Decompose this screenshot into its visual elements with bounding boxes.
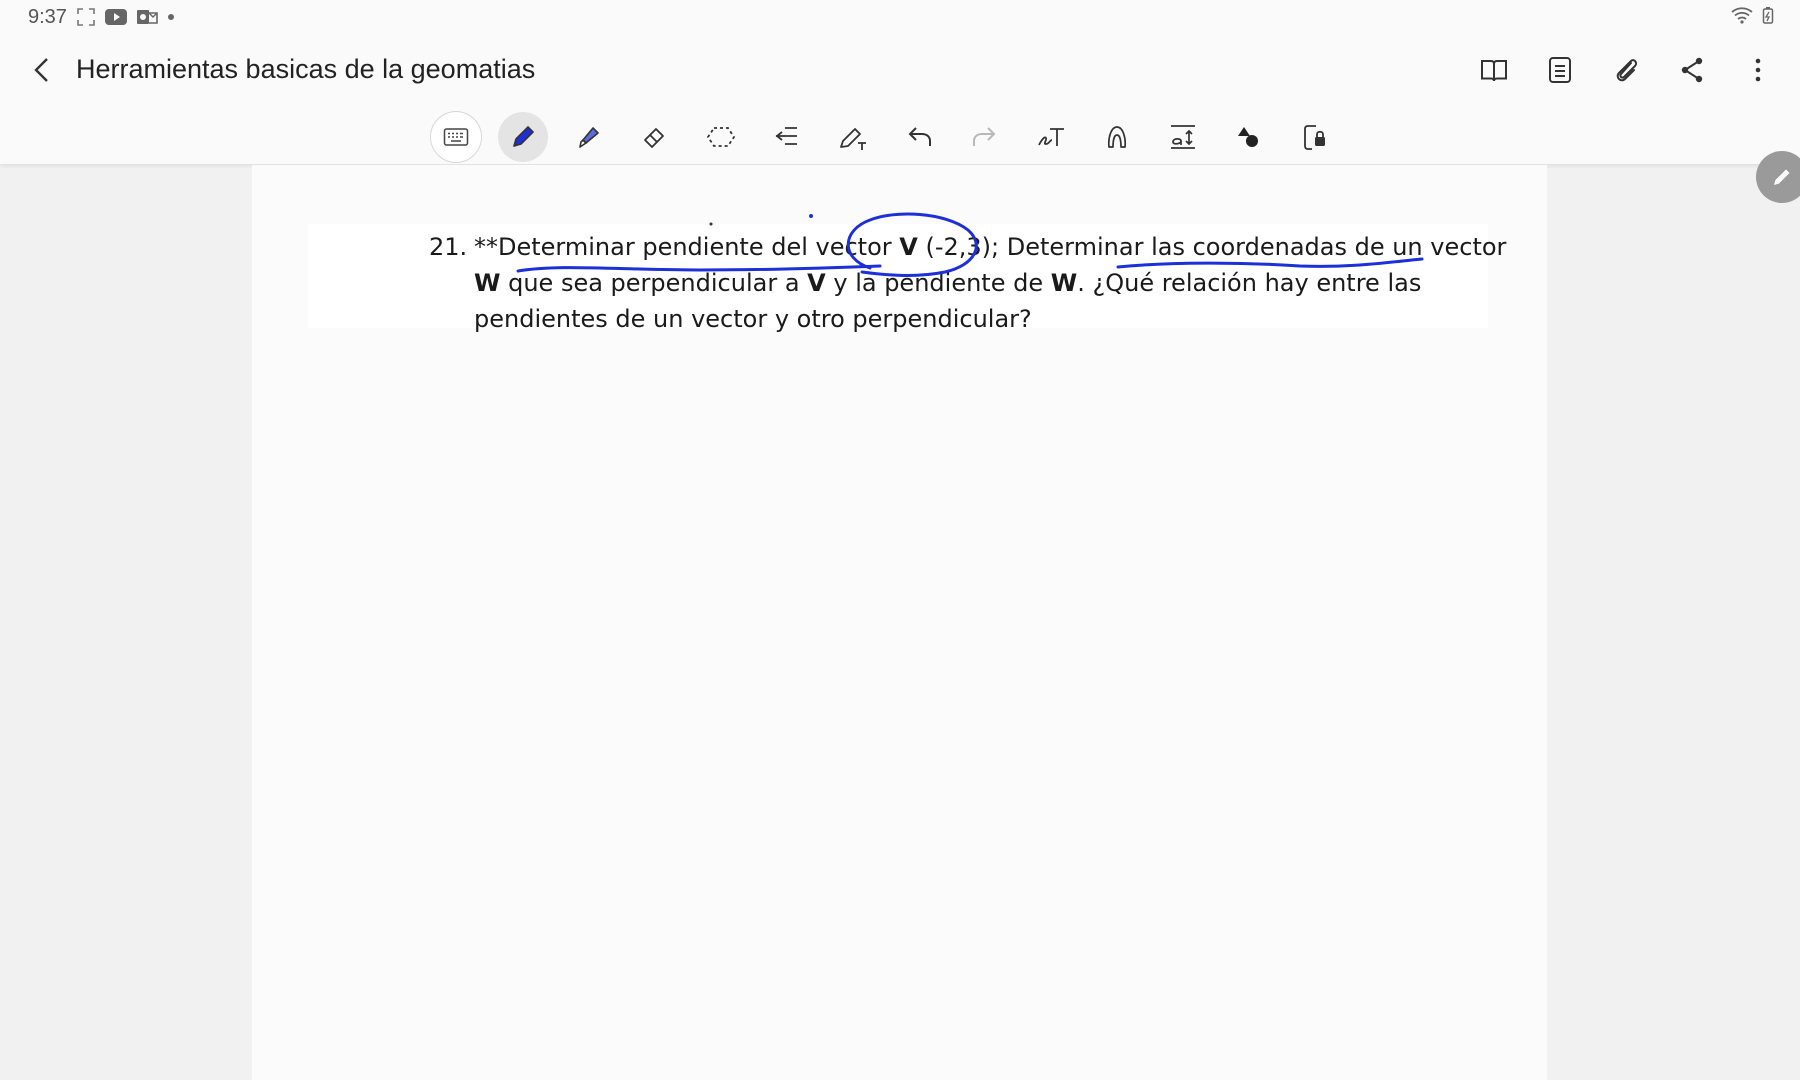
chevron-left-icon xyxy=(34,58,48,82)
more-vertical-icon xyxy=(1755,58,1761,82)
text-align-button[interactable] xyxy=(762,112,812,162)
status-time: 9:37 xyxy=(28,6,67,28)
text-size-button[interactable] xyxy=(1158,112,1208,162)
back-button[interactable] xyxy=(24,52,60,88)
document-lines-icon xyxy=(1549,57,1571,83)
insert-shapes-button[interactable] xyxy=(1224,112,1274,162)
redo-icon xyxy=(973,127,996,146)
attach-button[interactable] xyxy=(1602,48,1650,92)
note-page[interactable] xyxy=(252,165,1547,1080)
redo-button[interactable] xyxy=(960,112,1010,162)
page-lock-button[interactable] xyxy=(1290,112,1340,162)
question-line-2-text-b: y la pendiente de xyxy=(825,269,1051,297)
question-line-1-prefix: **Determinar pendiente del vector xyxy=(474,233,900,261)
shape-icon xyxy=(1107,126,1127,148)
tool-list xyxy=(430,111,1340,163)
wifi-icon xyxy=(1731,7,1753,24)
vector-v-label: V xyxy=(899,233,918,261)
pen-to-text-button[interactable] xyxy=(828,112,878,162)
app-bar: Herramientas basicas de la geomatias xyxy=(0,34,1800,108)
question-line-2-text-c: . ¿Qué relación hay entre las xyxy=(1077,269,1422,297)
page-lock-icon xyxy=(1304,125,1325,150)
floating-edit-button[interactable] xyxy=(1756,151,1800,203)
pencil-icon xyxy=(1774,169,1790,185)
share-icon xyxy=(1681,57,1703,83)
text-align-icon xyxy=(775,127,797,145)
book-icon xyxy=(1481,60,1507,82)
screenshot-icon xyxy=(77,8,95,26)
page-view-button[interactable] xyxy=(1536,48,1584,92)
insert-shapes-icon xyxy=(1238,127,1258,147)
more-options-button[interactable] xyxy=(1734,48,1782,92)
status-bar: 9:37 xyxy=(0,0,1800,34)
question-number: 21. xyxy=(429,233,468,261)
app-bar-actions xyxy=(1470,48,1782,92)
question-line-2: W que sea perpendicular a V y la pendien… xyxy=(474,269,1421,297)
youtube-icon xyxy=(105,9,127,25)
pen-icon xyxy=(513,126,534,147)
status-system-icons xyxy=(1730,6,1774,24)
lasso-icon xyxy=(706,127,736,147)
keyboard-button[interactable] xyxy=(430,111,482,163)
eraser-icon xyxy=(644,128,664,148)
outlook-icon xyxy=(137,10,158,24)
handwriting-to-text-icon xyxy=(1038,128,1064,146)
book-view-button[interactable] xyxy=(1470,48,1518,92)
status-notification-icons xyxy=(76,6,176,28)
handwriting-to-text-button[interactable] xyxy=(1026,112,1076,162)
eraser-tool-button[interactable] xyxy=(630,112,680,162)
document-title: Herramientas basicas de la geomatias xyxy=(76,54,536,84)
vector-v-label-2: V xyxy=(807,269,826,297)
text-size-icon xyxy=(1171,125,1195,149)
question-line-3: pendientes de un vector y otro perpendic… xyxy=(474,305,1032,333)
lasso-tool-button[interactable] xyxy=(696,112,746,162)
highlighter-tool-button[interactable] xyxy=(564,112,614,162)
undo-icon xyxy=(908,127,931,146)
keyboard-icon xyxy=(443,128,469,146)
question-line-2-text-a: que sea perpendicular a xyxy=(500,269,808,297)
shape-tool-button[interactable] xyxy=(1092,112,1142,162)
battery-icon xyxy=(1762,7,1774,24)
paperclip-icon xyxy=(1616,59,1638,82)
highlighter-icon xyxy=(579,127,599,148)
pen-tool-button[interactable] xyxy=(498,112,548,162)
vector-w-label-2: W xyxy=(1050,269,1078,297)
vector-v-coordinates: (-2,3); Determinar las coordenadas de un… xyxy=(917,233,1507,261)
share-button[interactable] xyxy=(1668,48,1716,92)
vector-w-label: W xyxy=(474,269,501,297)
notification-dot-icon xyxy=(168,14,174,20)
drawing-toolbar xyxy=(0,108,1800,165)
pen-to-text-icon xyxy=(840,128,866,150)
undo-button[interactable] xyxy=(894,112,944,162)
question-line-1: **Determinar pendiente del vector V (-2,… xyxy=(474,233,1506,261)
